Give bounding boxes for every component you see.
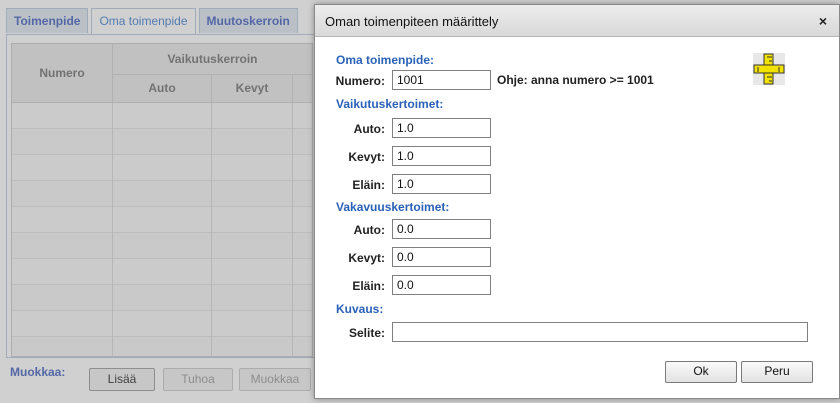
section-kuvaus: Kuvaus:	[336, 302, 384, 316]
dialog-title: Oman toimenpiteen määrittely	[325, 14, 499, 29]
numero-hint: Ohje: anna numero >= 1001	[497, 73, 654, 87]
vaikutus-auto-label: Auto:	[353, 122, 385, 136]
section-vakavuuskertoimet: Vakavuuskertoimet:	[336, 200, 450, 214]
vakavuus-auto-label: Auto:	[353, 223, 385, 237]
vaikutus-auto-input[interactable]	[392, 118, 491, 138]
vaikutus-elain-label: Eläin:	[352, 178, 385, 192]
vakavuus-elain-label: Eläin:	[352, 279, 385, 293]
cancel-button[interactable]: Peru	[741, 361, 813, 383]
define-own-measure-dialog: Oman toimenpiteen määrittely × Oma toime…	[314, 4, 840, 399]
vaikutus-elain-input[interactable]	[392, 174, 491, 194]
numero-label: Numero:	[335, 74, 385, 88]
section-oma-toimenpide: Oma toimenpide:	[336, 53, 435, 67]
ok-button[interactable]: Ok	[665, 361, 737, 383]
ruler-icon	[753, 53, 785, 85]
vaikutus-kevyt-input[interactable]	[392, 146, 491, 166]
vakavuus-elain-input[interactable]	[392, 275, 491, 295]
vakavuus-kevyt-input[interactable]	[392, 247, 491, 267]
selite-input[interactable]	[392, 322, 808, 342]
close-icon[interactable]: ×	[819, 13, 827, 29]
numero-input[interactable]	[392, 70, 491, 90]
selite-label: Selite:	[348, 326, 385, 340]
section-vaikutuskertoimet: Vaikutuskertoimet:	[336, 97, 444, 111]
dialog-titlebar[interactable]: Oman toimenpiteen määrittely ×	[315, 5, 839, 37]
vakavuus-auto-input[interactable]	[392, 219, 491, 239]
vaikutus-kevyt-label: Kevyt:	[348, 150, 385, 164]
vakavuus-kevyt-label: Kevyt:	[348, 251, 385, 265]
